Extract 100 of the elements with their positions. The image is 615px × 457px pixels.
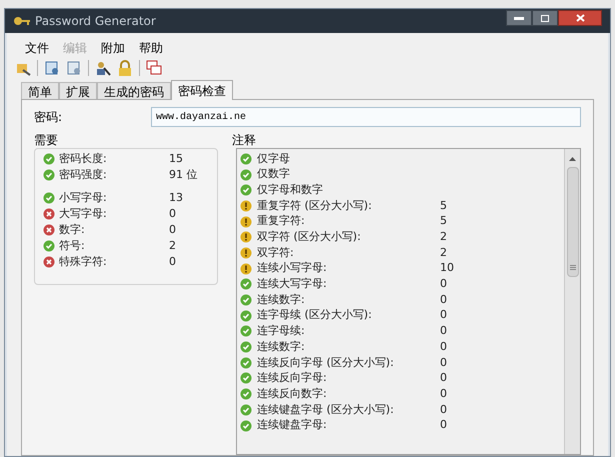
check-icon	[240, 388, 252, 400]
note-value: 0	[440, 323, 447, 340]
note-value: 0	[440, 402, 447, 418]
note-value: 5	[440, 213, 447, 230]
requirement-label: 密码强度:	[59, 166, 108, 183]
check-icon	[240, 341, 252, 354]
note-value: 0	[440, 370, 447, 386]
padlock-icon	[117, 60, 133, 76]
note-value: 0	[440, 354, 447, 371]
note-label: 仅数字	[257, 166, 291, 182]
note-label: 连续键盘字母:	[257, 417, 328, 434]
note-value: 0	[440, 386, 447, 402]
note-label: 重复字符 (区分大小写):	[257, 198, 373, 214]
menu-item[interactable]: 附加	[101, 39, 125, 57]
check-icon	[240, 356, 252, 369]
requirement-value: 91 位	[169, 166, 198, 183]
note-value: 2	[440, 229, 447, 246]
check-icon	[240, 372, 252, 384]
tab[interactable]: 密码检查	[171, 80, 233, 100]
warning-icon	[240, 231, 252, 244]
close-button[interactable]	[558, 10, 602, 26]
requirement-label: 符号:	[59, 238, 86, 254]
scroll-thumb[interactable]	[566, 167, 578, 277]
grip-icon	[570, 265, 576, 270]
requirement-value: 0	[169, 254, 176, 270]
note-value: 10	[440, 260, 454, 276]
note-value: 0	[440, 292, 447, 308]
requirement-value: 15	[169, 150, 183, 167]
check-icon	[240, 168, 252, 181]
note-label: 连续小写字母:	[257, 260, 328, 276]
check-icon	[240, 420, 252, 432]
note-label: 连续反向数字:	[257, 386, 328, 402]
group-title: 注释	[232, 132, 256, 148]
menu-item[interactable]: 帮助	[139, 39, 163, 57]
requirement-value: 13	[169, 190, 183, 206]
windows-icon	[146, 60, 162, 76]
warning-icon	[240, 262, 252, 275]
tab[interactable]: 简单	[21, 82, 59, 99]
maximize-icon	[541, 14, 549, 22]
check-icon	[240, 278, 252, 290]
note-label: 连续大写字母:	[257, 276, 328, 292]
note-label: 连续反向字母:	[257, 370, 328, 386]
user-icon	[95, 60, 111, 76]
check-icon	[240, 310, 252, 322]
warning-icon	[240, 246, 252, 259]
check-icon	[43, 240, 55, 252]
check-icon	[240, 325, 252, 338]
note-value: 5	[440, 198, 447, 214]
menu-item[interactable]: 文件	[25, 39, 49, 57]
cross-icon	[43, 224, 55, 236]
scroll-up-icon	[569, 157, 576, 161]
scrollbar[interactable]	[564, 149, 580, 454]
requirement-value: 0	[169, 222, 176, 238]
check-icon	[240, 404, 252, 416]
check-icon	[43, 153, 55, 165]
tab[interactable]: 生成的密码	[97, 82, 171, 99]
cross-icon	[43, 256, 55, 268]
note-value: 0	[440, 307, 447, 324]
note-label: 连续数字:	[257, 338, 306, 355]
minimize-icon	[514, 16, 524, 20]
requirement-label: 特殊字符:	[59, 254, 108, 270]
close-icon	[576, 14, 584, 22]
note-value: 0	[440, 276, 447, 292]
password-label: 密码:	[34, 109, 64, 126]
warning-icon	[240, 200, 252, 212]
password-field[interactable]: www.dayanzai.ne	[151, 107, 581, 127]
tab[interactable]: 扩展	[59, 82, 97, 99]
check-icon	[43, 169, 55, 181]
note-value: 2	[440, 244, 447, 261]
requirement-label: 小写字母:	[59, 190, 108, 206]
note-label: 重复字符:	[257, 213, 306, 230]
note-label: 连续数字:	[257, 292, 306, 308]
minimize-button[interactable]	[506, 10, 532, 26]
note-label: 连字母续:	[257, 323, 306, 340]
warning-icon	[240, 216, 252, 228]
note-label: 双字符:	[257, 244, 295, 261]
requirement-value: 0	[169, 206, 176, 222]
requirement-value: 2	[169, 238, 176, 254]
note-label: 仅字母	[257, 150, 291, 167]
check-icon	[240, 294, 252, 306]
window-title: Password Generator	[35, 13, 156, 30]
check-icon	[43, 192, 55, 204]
maximize-button[interactable]	[532, 10, 558, 26]
note-label: 双字符 (区分大小写):	[257, 229, 362, 246]
group-title: 需要	[34, 132, 58, 148]
note-label: 连续反向字母 (区分大小写):	[257, 354, 395, 371]
note-value: 0	[440, 417, 447, 434]
document-icon	[66, 60, 82, 76]
note-value: 0	[440, 338, 447, 355]
check-icon	[240, 184, 252, 196]
note-label: 连续键盘字母 (区分大小写):	[257, 402, 395, 418]
requirement-label: 密码长度:	[59, 150, 108, 167]
note-label: 仅字母和数字	[257, 182, 324, 198]
requirement-label: 数字:	[59, 222, 86, 238]
key-icon	[13, 15, 31, 27]
requirement-label: 大写字母:	[59, 206, 108, 222]
note-label: 连字母续 (区分大小写):	[257, 307, 373, 324]
check-icon	[240, 152, 252, 165]
document-icon	[44, 60, 60, 76]
cross-icon	[43, 208, 55, 220]
